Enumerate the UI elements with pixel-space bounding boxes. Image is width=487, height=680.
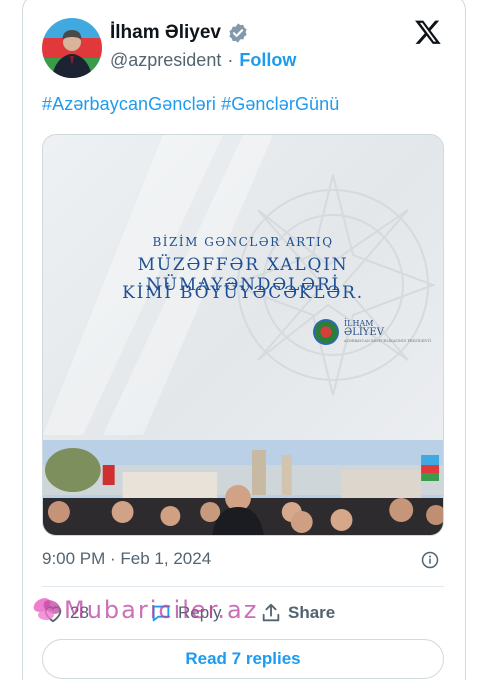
signature-title: AZƏRBAYCAN RESPUBLİKASININ PREZİDENTİ bbox=[344, 339, 432, 344]
info-icon[interactable] bbox=[421, 551, 439, 569]
read-replies-button[interactable]: Read 7 replies bbox=[42, 639, 444, 679]
verified-badge-icon bbox=[229, 23, 247, 43]
heart-icon bbox=[44, 606, 62, 623]
emblem-icon bbox=[313, 319, 339, 345]
share-button[interactable]: Share bbox=[260, 602, 335, 624]
like-button[interactable]: 28 bbox=[42, 602, 89, 624]
reply-label: Reply bbox=[178, 603, 222, 622]
reply-button[interactable]: Reply bbox=[150, 602, 221, 624]
author-handle[interactable]: @azpresident bbox=[110, 50, 221, 71]
signature-last-name: ƏLİYEV bbox=[344, 327, 384, 339]
separator-dot: · bbox=[227, 50, 234, 70]
follow-button[interactable]: Follow bbox=[239, 50, 296, 71]
author-name[interactable]: İlham Əliyev bbox=[110, 22, 221, 44]
crowd-photo bbox=[43, 440, 443, 535]
quote-line-3: KİMİ BÖYÜYƏCƏKLƏR. bbox=[122, 283, 364, 303]
action-bar: 28 Reply Share bbox=[42, 600, 444, 628]
author-name-row: İlham Əliyev bbox=[110, 22, 249, 44]
handle-row: @azpresident · Follow bbox=[110, 50, 296, 71]
quote-line-1: BİZİM GƏNCLƏR ARTIQ bbox=[152, 235, 334, 249]
share-label: Share bbox=[288, 603, 336, 622]
tweet-text: #AzərbaycanGəncləri #GənclərGünü bbox=[42, 94, 339, 115]
hashtag-link[interactable]: #AzərbaycanGəncləri bbox=[42, 94, 216, 114]
tweet-image[interactable]: BİZİM GƏNCLƏR ARTIQ MÜZƏFFƏR XALQIN NÜMA… bbox=[42, 134, 444, 536]
signature-block: İLHAM ƏLİYEV AZƏRBAYCAN RESPUBLİKASININ … bbox=[313, 319, 431, 345]
divider bbox=[42, 586, 444, 587]
share-icon bbox=[262, 603, 280, 622]
like-count: 28 bbox=[70, 603, 89, 622]
hashtag-link[interactable]: #GənclərGünü bbox=[221, 94, 339, 114]
avatar[interactable] bbox=[42, 18, 102, 78]
reply-bubble-icon bbox=[152, 605, 170, 622]
x-logo-icon[interactable] bbox=[414, 18, 442, 46]
tweet-timestamp[interactable]: 9:00 PM · Feb 1, 2024 bbox=[42, 549, 211, 569]
